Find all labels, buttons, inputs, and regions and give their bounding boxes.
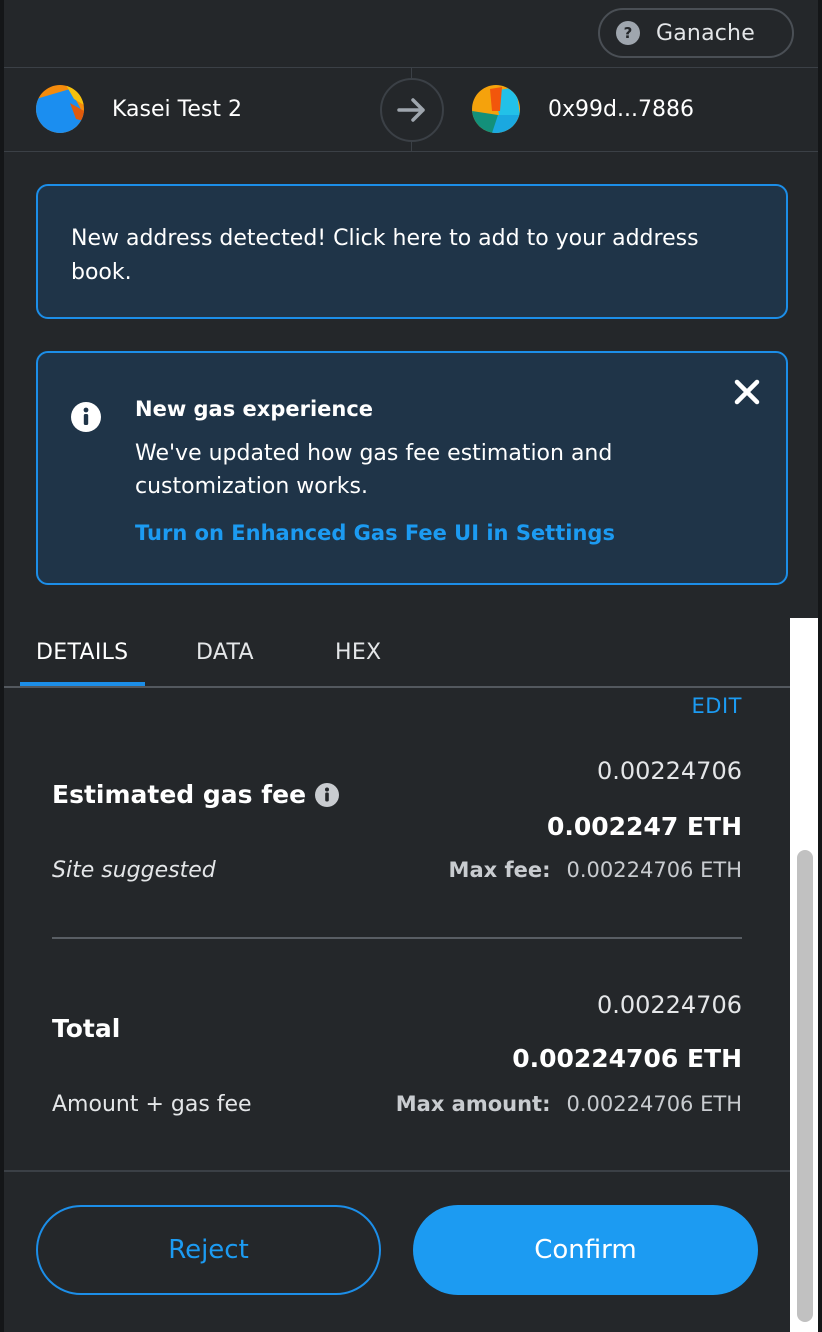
max-amount-row: Max amount: 0.00224706 ETH [396, 1092, 742, 1116]
question-circle-icon: ? [616, 21, 640, 45]
tab-hex[interactable]: HEX [335, 640, 381, 665]
gas-fee-label: Estimated gas fee [52, 780, 307, 809]
tab-details[interactable]: DETAILS [36, 640, 128, 665]
active-tab-indicator [20, 682, 145, 686]
gas-banner-title: New gas experience [135, 397, 374, 421]
sender-account[interactable]: Kasei Test 2 [36, 84, 242, 134]
info-icon [71, 402, 101, 432]
network-selector[interactable]: ? Ganache [598, 8, 794, 58]
tab-data[interactable]: DATA [196, 640, 254, 665]
transaction-tabs: DETAILS DATA HEX [4, 618, 790, 688]
account-avatar-icon [36, 85, 84, 133]
new-address-text: New address detected! Click here to add … [71, 226, 699, 285]
max-fee-label: Max fee: [448, 858, 551, 882]
gas-banner-description: We've updated how gas fee estimation and… [135, 441, 613, 499]
divider [4, 1170, 790, 1172]
gas-fee-secondary-value: 0.00224706 [596, 757, 742, 785]
network-name: Ganache [656, 20, 755, 46]
gas-fee-label-row: Estimated gas fee [52, 780, 340, 809]
total-sub-label: Amount + gas fee [52, 1092, 252, 1117]
arrow-right-icon [397, 98, 425, 122]
new-address-banner[interactable]: New address detected! Click here to add … [36, 184, 788, 319]
total-secondary-value: 0.00224706 [596, 991, 742, 1019]
confirm-button[interactable]: Confirm [413, 1205, 758, 1295]
network-bar: ? Ganache [0, 0, 822, 68]
recipient-account[interactable]: 0x99d...7886 [472, 84, 694, 134]
gas-experience-banner: New gas experience We've updated how gas… [36, 351, 788, 585]
recipient-address: 0x99d...7886 [548, 96, 694, 122]
recipient-avatar-icon [472, 85, 520, 133]
gas-fee-sub-label: Site suggested [52, 858, 216, 883]
sender-name: Kasei Test 2 [112, 96, 242, 122]
scrollbar-thumb[interactable] [797, 850, 813, 1322]
max-fee-row: Max fee: 0.00224706 ETH [449, 858, 742, 882]
max-fee-value: 0.00224706 ETH [566, 858, 743, 882]
divider [52, 937, 742, 939]
max-amount-value: 0.00224706 ETH [566, 1092, 743, 1116]
enhanced-gas-settings-link[interactable]: Turn on Enhanced Gas Fee UI in Settings [135, 521, 615, 545]
info-circle-icon[interactable] [314, 782, 340, 808]
total-label: Total [52, 1014, 121, 1043]
transfer-arrow [380, 78, 444, 142]
max-amount-label: Max amount: [395, 1092, 551, 1116]
gas-fee-primary-value: 0.002247 ETH [546, 812, 742, 841]
sender-recipient-bar: Kasei Test 2 0x99d...7886 [0, 68, 822, 152]
reject-button[interactable]: Reject [36, 1205, 381, 1295]
total-primary-value: 0.00224706 ETH [512, 1044, 742, 1073]
close-icon[interactable] [734, 379, 760, 405]
edit-gas-button[interactable]: EDIT [692, 694, 742, 718]
